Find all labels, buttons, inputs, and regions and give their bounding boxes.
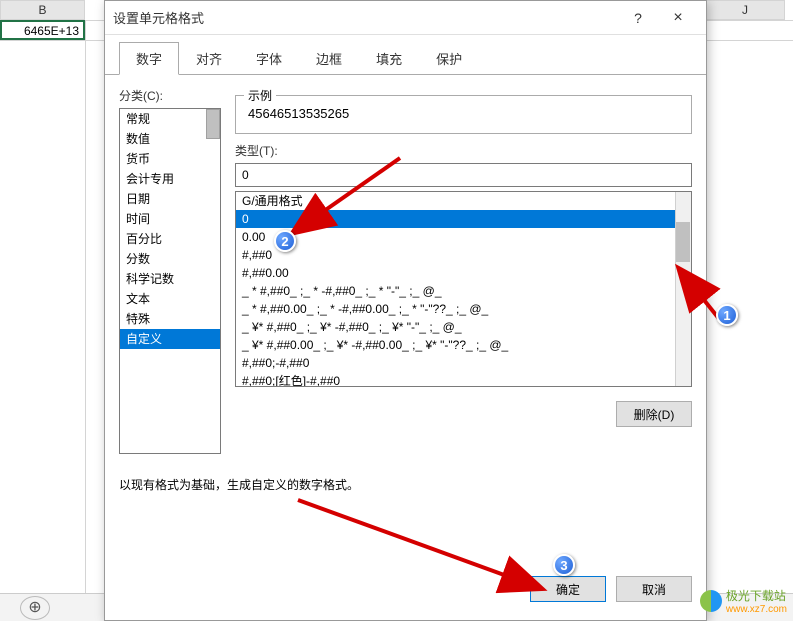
fmt-item[interactable]: _ ¥* #,##0_ ;_ ¥* -#,##0_ ;_ ¥* "-"_ ;_ …	[236, 318, 675, 336]
type-input[interactable]	[235, 163, 692, 187]
fmt-item[interactable]: _ * #,##0_ ;_ * -#,##0_ ;_ * "-"_ ;_ @_	[236, 282, 675, 300]
fmt-item[interactable]: _ * #,##0.00_ ;_ * -#,##0.00_ ;_ * "-"??…	[236, 300, 675, 318]
tab-border[interactable]: 边框	[299, 42, 359, 75]
cancel-button[interactable]: 取消	[616, 576, 692, 602]
cat-item-currency[interactable]: 货币	[120, 149, 220, 169]
example-value: 45646513535265	[246, 100, 681, 123]
cat-item-time[interactable]: 时间	[120, 209, 220, 229]
tab-fill[interactable]: 填充	[359, 42, 419, 75]
tab-alignment[interactable]: 对齐	[179, 42, 239, 75]
col-header-b[interactable]: B	[0, 0, 85, 20]
format-list[interactable]: G/通用格式 0 0.00 #,##0 #,##0.00 _ * #,##0_ …	[235, 191, 692, 387]
help-button[interactable]: ?	[618, 3, 658, 33]
cat-item-custom[interactable]: 自定义	[120, 329, 220, 349]
col-header-j[interactable]: J	[705, 0, 785, 20]
tab-font[interactable]: 字体	[239, 42, 299, 75]
cat-item-special[interactable]: 特殊	[120, 309, 220, 329]
tab-number[interactable]: 数字	[119, 42, 179, 75]
ok-button[interactable]: 确定	[530, 576, 606, 602]
fmt-item[interactable]: 0.00	[236, 228, 675, 246]
fmt-item[interactable]: #,##0;-#,##0	[236, 354, 675, 372]
tab-protection[interactable]: 保护	[419, 42, 479, 75]
fmt-item[interactable]: _ ¥* #,##0.00_ ;_ ¥* -#,##0.00_ ;_ ¥* "-…	[236, 336, 675, 354]
cat-item-general[interactable]: 常规	[120, 109, 220, 129]
cat-item-scientific[interactable]: 科学记数	[120, 269, 220, 289]
cell-b1[interactable]: 6465E+13	[0, 20, 85, 40]
dialog-body: 分类(C): 常规 数值 货币 会计专用 日期 时间 百分比 分数 科学记数 文…	[105, 75, 706, 570]
fmt-item[interactable]: #,##0;[红色]-#,##0	[236, 372, 675, 387]
format-scrollbar-thumb-icon[interactable]	[676, 222, 690, 262]
delete-button[interactable]: 删除(D)	[616, 401, 692, 427]
category-scrollbar-thumb-icon[interactable]	[206, 109, 220, 139]
format-cells-dialog: 设置单元格格式 ? × 数字 对齐 字体 边框 填充 保护 分类(C): 常规 …	[104, 0, 707, 621]
fmt-item[interactable]: G/通用格式	[236, 192, 675, 210]
cat-item-date[interactable]: 日期	[120, 189, 220, 209]
category-list[interactable]: 常规 数值 货币 会计专用 日期 时间 百分比 分数 科学记数 文本 特殊 自定…	[119, 108, 221, 454]
dialog-title: 设置单元格格式	[113, 8, 618, 27]
dialog-footer: 确定 取消	[105, 570, 706, 620]
fmt-item[interactable]: #,##0.00	[236, 264, 675, 282]
category-column: 分类(C): 常规 数值 货币 会计专用 日期 时间 百分比 分数 科学记数 文…	[119, 87, 221, 454]
category-label: 分类(C):	[119, 87, 221, 104]
cat-item-percentage[interactable]: 百分比	[120, 229, 220, 249]
fmt-item[interactable]: #,##0	[236, 246, 675, 264]
type-label: 类型(T):	[235, 142, 692, 159]
cat-item-number[interactable]: 数值	[120, 129, 220, 149]
example-label: 示例	[244, 87, 276, 104]
fmt-item[interactable]: 0	[236, 210, 675, 228]
dialog-titlebar: 设置单元格格式 ? ×	[105, 1, 706, 35]
cat-item-text[interactable]: 文本	[120, 289, 220, 309]
example-box: 示例 45646513535265	[235, 95, 692, 134]
add-sheet-button[interactable]: ⊕	[20, 596, 50, 620]
body-top: 分类(C): 常规 数值 货币 会计专用 日期 时间 百分比 分数 科学记数 文…	[119, 87, 692, 454]
cat-item-accounting[interactable]: 会计专用	[120, 169, 220, 189]
cat-item-fraction[interactable]: 分数	[120, 249, 220, 269]
close-button[interactable]: ×	[658, 3, 698, 33]
hint-text: 以现有格式为基础，生成自定义的数字格式。	[119, 476, 692, 493]
right-column: 示例 45646513535265 类型(T): G/通用格式 0 0.00 #…	[235, 87, 692, 454]
dialog-tabs: 数字 对齐 字体 边框 填充 保护	[105, 35, 706, 75]
